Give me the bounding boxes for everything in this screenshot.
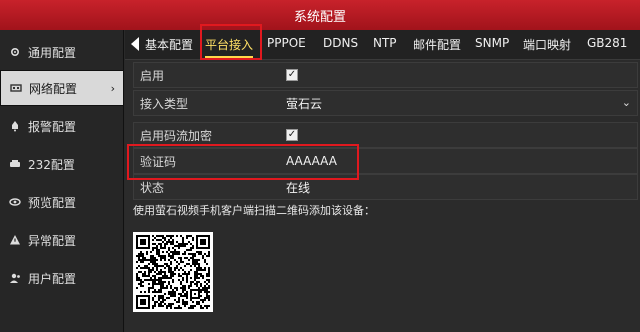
sidebar-item-preview[interactable]: 预览配置 (0, 184, 124, 220)
tab-snmp[interactable]: SNMP (475, 36, 509, 54)
window-title: 系统配置 (293, 9, 346, 25)
gear-icon (8, 45, 22, 59)
access-type-label: 接入类型 (140, 96, 189, 111)
sidebar-item-label: 预览配置 (28, 195, 77, 210)
row-status: 状态 在线 (133, 174, 638, 200)
stream-encrypt-label: 启用码流加密 (140, 128, 213, 143)
row-enable: 启用 ✓ (133, 62, 638, 88)
row-stream-encrypt: 启用码流加密 ✓ (133, 122, 638, 148)
tab-ntp[interactable]: NTP (373, 36, 397, 54)
status-value: 在线 (286, 180, 311, 195)
sidebar-item-label: 报警配置 (28, 119, 77, 134)
sidebar-item-exception[interactable]: 异常配置 (0, 222, 124, 258)
access-type-select[interactable]: 萤石云 (286, 95, 322, 112)
tab-basic[interactable]: 基本配置 (145, 36, 193, 54)
tab-ddns[interactable]: DDNS (323, 36, 358, 54)
sidebar-item-label: 232配置 (28, 157, 75, 172)
sidebar-item-232[interactable]: 232配置 (0, 146, 124, 182)
sidebar-item-label: 通用配置 (28, 45, 77, 60)
sidebar: 通用配置 网络配置 › 报警配置 232配置 预览配置 异常配置 用户配置 (0, 30, 124, 332)
chevron-right-icon: › (110, 81, 115, 95)
tab-port-mapping[interactable]: 端口映射 (523, 36, 571, 54)
serial-icon (8, 157, 22, 171)
tab-scroll-left-icon[interactable] (131, 37, 139, 51)
sidebar-item-label: 用户配置 (28, 271, 77, 286)
sidebar-item-label: 网络配置 (29, 81, 78, 96)
warning-icon (8, 233, 22, 247)
sidebar-item-alarm[interactable]: 报警配置 (0, 108, 124, 144)
main-panel: 基本配置 平台接入 PPPOE DDNS NTP 邮件配置 SNMP 端口映射 … (125, 24, 640, 332)
stream-encrypt-checkbox[interactable]: ✓ (286, 129, 298, 141)
verify-code-input[interactable]: AAAAAA (286, 154, 337, 168)
row-access-type: 接入类型 萤石云 ⌄ (133, 90, 638, 116)
sidebar-item-network[interactable]: 网络配置 › (0, 70, 124, 106)
network-icon (9, 81, 23, 95)
row-verify-code: 验证码 AAAAAA (133, 148, 638, 174)
tab-platform-access[interactable]: 平台接入 (205, 36, 254, 58)
eye-icon (8, 195, 22, 209)
sidebar-item-general[interactable]: 通用配置 (0, 34, 124, 70)
window-title-bar: 系统配置 (0, 0, 640, 30)
sidebar-item-label: 异常配置 (28, 233, 77, 248)
sidebar-item-user[interactable]: 用户配置 (0, 260, 124, 296)
status-label: 状态 (140, 180, 165, 195)
tab-gb28181[interactable]: GB281 (587, 36, 627, 54)
tab-email[interactable]: 邮件配置 (413, 36, 461, 54)
enable-label: 启用 (140, 68, 165, 83)
tab-pppoe[interactable]: PPPOE (267, 36, 306, 54)
qr-code (133, 232, 213, 312)
bell-icon (8, 119, 22, 133)
verify-code-label: 验证码 (140, 154, 177, 169)
qr-hint-text: 使用萤石视频手机客户端扫描二维码添加该设备： (133, 204, 375, 217)
tab-bar: 基本配置 平台接入 PPPOE DDNS NTP 邮件配置 SNMP 端口映射 … (125, 30, 640, 60)
enable-checkbox[interactable]: ✓ (286, 69, 298, 81)
chevron-down-icon[interactable]: ⌄ (622, 96, 631, 109)
user-icon (8, 271, 22, 285)
